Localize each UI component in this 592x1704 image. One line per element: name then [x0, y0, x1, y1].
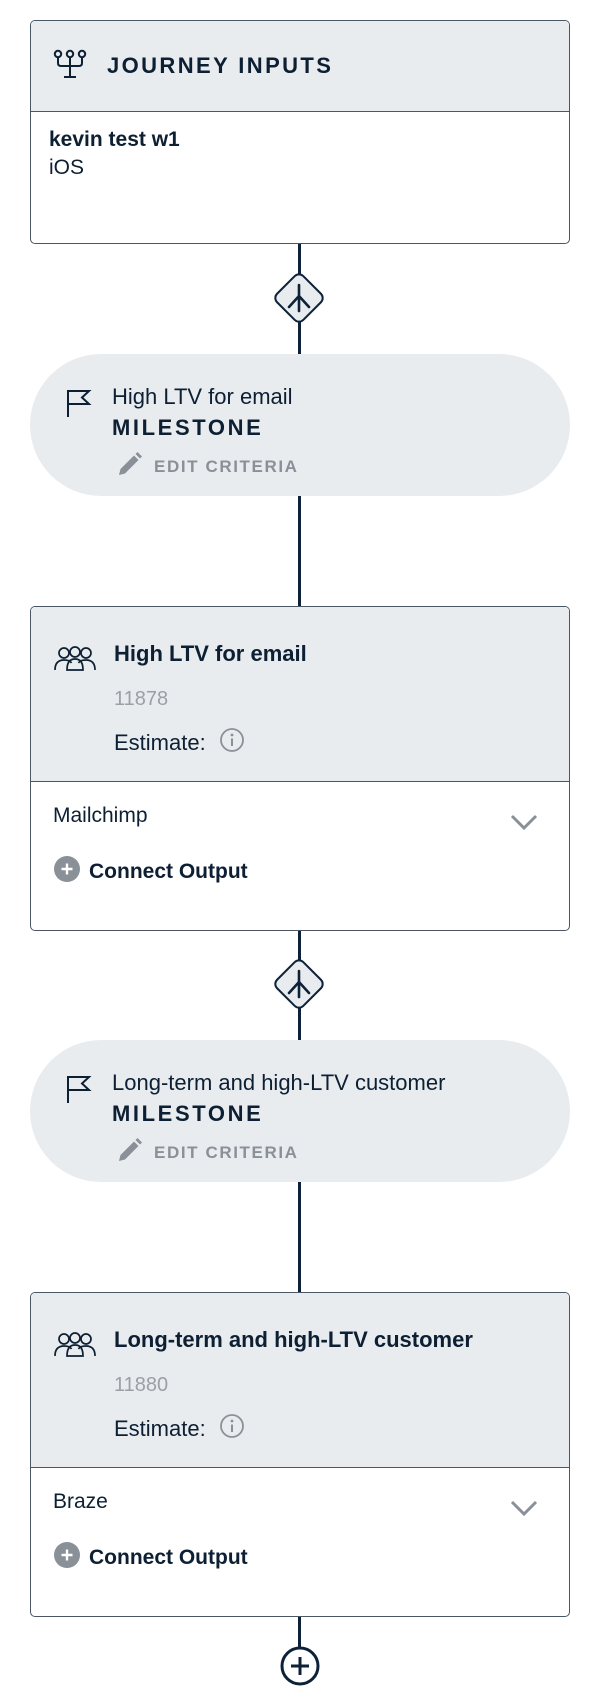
- chevron-down-icon[interactable]: [509, 1498, 539, 1518]
- connector-line: [298, 1182, 301, 1292]
- pencil-icon: [116, 450, 144, 483]
- destination-select[interactable]: Mailchimp: [53, 804, 148, 828]
- chevron-down-icon[interactable]: [509, 812, 539, 832]
- milestone-name: High LTV for email: [112, 384, 293, 409]
- connector-line: [298, 496, 301, 606]
- journey-inputs-card[interactable]: JOURNEY INPUTS kevin test w1 iOS: [30, 20, 570, 244]
- audience-name: High LTV for email: [114, 641, 307, 666]
- split-icon: [274, 959, 324, 1009]
- plus-circle-icon: [53, 855, 81, 888]
- audience-header: High LTV for email 11878 Estimate:: [31, 607, 569, 782]
- plus-circle-icon: [53, 1541, 81, 1574]
- audience-estimate: Estimate:: [114, 727, 245, 758]
- audience-count: 11878: [114, 688, 169, 710]
- journey-input-name: kevin test w1: [49, 128, 180, 151]
- people-group-icon: [53, 645, 97, 673]
- journey-inputs-title: JOURNEY INPUTS: [107, 53, 334, 78]
- split-node[interactable]: [268, 953, 330, 1015]
- connect-output-label: Connect Output: [89, 859, 248, 883]
- split-icon: [274, 273, 324, 323]
- connect-output-label: Connect Output: [89, 1545, 248, 1569]
- edit-criteria-button[interactable]: EDIT CRITERIA: [116, 1136, 299, 1169]
- journey-inputs-body: kevin test w1 iOS: [31, 112, 569, 196]
- estimate-label: Estimate:: [114, 729, 206, 755]
- connector-line: [298, 1617, 301, 1647]
- edit-criteria-label: EDIT CRITERIA: [154, 456, 299, 476]
- journey-canvas: JOURNEY INPUTS kevin test w1 iOS High LT…: [0, 0, 592, 1704]
- milestone-name: Long-term and high-LTV customer: [112, 1070, 446, 1095]
- flag-icon: [66, 1074, 92, 1104]
- connect-output-button[interactable]: Connect Output: [53, 855, 248, 888]
- audience-header: Long-term and high-LTV customer 11880 Es…: [31, 1293, 569, 1468]
- add-step-button[interactable]: [280, 1646, 320, 1686]
- edit-criteria-button[interactable]: EDIT CRITERIA: [116, 450, 299, 483]
- edit-criteria-label: EDIT CRITERIA: [154, 1142, 299, 1162]
- estimate-label: Estimate:: [114, 1415, 206, 1441]
- info-icon[interactable]: [206, 1413, 245, 1444]
- journey-input-platform: iOS: [49, 156, 85, 179]
- connect-output-button[interactable]: Connect Output: [53, 1541, 248, 1574]
- audience-output: Mailchimp Connect Output: [31, 782, 569, 930]
- milestone-label: MILESTONE: [112, 415, 264, 440]
- audience-card[interactable]: High LTV for email 11878 Estimate: Mailc…: [30, 606, 570, 931]
- flag-icon: [66, 388, 92, 418]
- audience-card[interactable]: Long-term and high-LTV customer 11880 Es…: [30, 1292, 570, 1617]
- milestone-node[interactable]: High LTV for email MILESTONE EDIT CRITER…: [30, 354, 570, 496]
- info-icon[interactable]: [206, 727, 245, 758]
- add-step-icon: [280, 1646, 320, 1686]
- journey-inputs-header: JOURNEY INPUTS: [31, 21, 569, 112]
- milestone-label: MILESTONE: [112, 1101, 264, 1126]
- milestone-node[interactable]: Long-term and high-LTV customer MILESTON…: [30, 1040, 570, 1182]
- destination-select[interactable]: Braze: [53, 1490, 108, 1514]
- journey-inputs-icon: [53, 49, 87, 84]
- audience-count: 11880: [114, 1374, 169, 1396]
- audience-name: Long-term and high-LTV customer: [114, 1327, 473, 1352]
- audience-estimate: Estimate:: [114, 1413, 245, 1444]
- split-node[interactable]: [268, 267, 330, 329]
- pencil-icon: [116, 1136, 144, 1169]
- audience-output: Braze Connect Output: [31, 1468, 569, 1616]
- people-group-icon: [53, 1331, 97, 1359]
